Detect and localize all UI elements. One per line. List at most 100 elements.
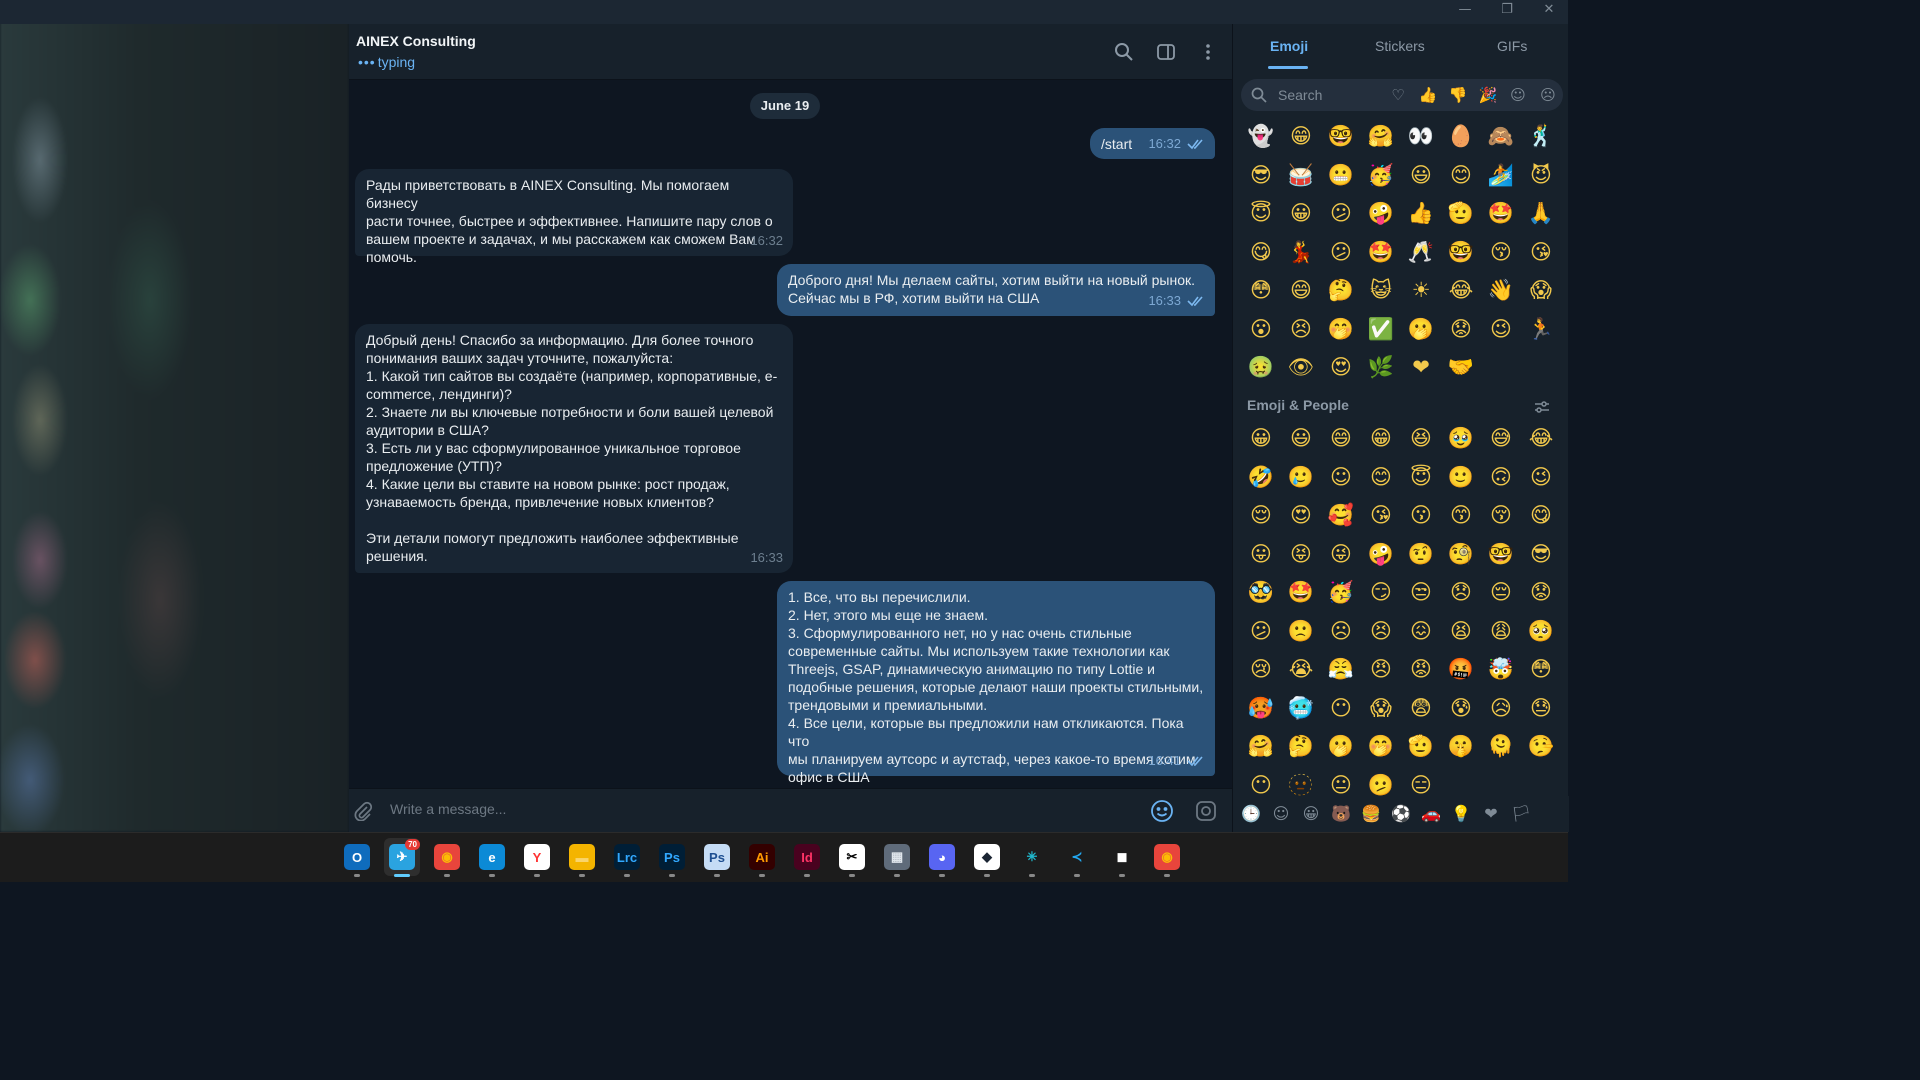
emoji-item[interactable]: 😓: [1521, 689, 1561, 728]
party-icon[interactable]: 🎉: [1477, 85, 1499, 105]
emoji-item[interactable]: 👻: [1241, 117, 1281, 156]
emoji-item[interactable]: 😇: [1401, 458, 1441, 497]
emoji-item[interactable]: 😱: [1361, 689, 1401, 728]
restore-icon[interactable]: ❐: [1500, 2, 1514, 17]
emoji-item[interactable]: 🤗: [1241, 727, 1281, 766]
taskbar-app-calculator[interactable]: ▦: [879, 838, 915, 877]
emoji-item[interactable]: 😚: [1481, 496, 1521, 535]
emoji-item[interactable]: 🤓: [1321, 117, 1361, 156]
emoji-item[interactable]: 🙂: [1441, 458, 1481, 497]
emoji-item[interactable]: 😟: [1521, 573, 1561, 612]
emoji-item[interactable]: 😀: [1241, 419, 1281, 458]
emoji-item[interactable]: 😖: [1401, 612, 1441, 651]
emoji-item[interactable]: 😢: [1241, 650, 1281, 689]
message-incoming[interactable]: Добрый день! Спасибо за информацию. Для …: [355, 324, 793, 573]
minimize-icon[interactable]: —: [1458, 2, 1472, 17]
emoji-category-icon[interactable]: 💡: [1451, 804, 1471, 824]
emoji-item[interactable]: 🙏: [1521, 194, 1561, 233]
emoji-item[interactable]: 😅: [1481, 419, 1521, 458]
emoji-item[interactable]: 🤔: [1281, 727, 1321, 766]
emoji-item[interactable]: 😃: [1401, 156, 1441, 195]
emoji-item[interactable]: 😘: [1521, 233, 1561, 272]
emoji-item[interactable]: 🥚: [1441, 117, 1481, 156]
emoji-item[interactable]: 🤗: [1361, 117, 1401, 156]
emoji-item[interactable]: 🙁: [1281, 612, 1321, 651]
emoji-item[interactable]: 🌿: [1361, 348, 1401, 387]
attach-icon[interactable]: [353, 801, 373, 821]
emoji-item[interactable]: 😇: [1241, 194, 1281, 233]
emoji-item[interactable]: 😍: [1281, 496, 1321, 535]
emoji-category-icon[interactable]: 🐻: [1331, 804, 1351, 824]
emoji-item[interactable]: 😕: [1241, 612, 1281, 651]
smile-icon[interactable]: ☺: [1507, 85, 1529, 105]
emoji-item[interactable]: 😊: [1361, 458, 1401, 497]
emoji-item[interactable]: 🤪: [1361, 194, 1401, 233]
taskbar-app-explorer[interactable]: ▬: [564, 838, 600, 877]
emoji-item[interactable]: 😗: [1401, 496, 1441, 535]
message-incoming[interactable]: Рады приветствовать в AINEX Consulting. …: [355, 169, 793, 265]
emoji-item[interactable]: 😎: [1241, 156, 1281, 195]
emoji-item[interactable]: 😄: [1281, 271, 1321, 310]
sidebar-toggle-icon[interactable]: [1156, 42, 1176, 62]
emoji-item[interactable]: 😋: [1521, 496, 1561, 535]
emoji-item[interactable]: 😳: [1521, 650, 1561, 689]
message-outgoing[interactable]: /start 16:32: [1090, 128, 1215, 159]
chat-title[interactable]: AINEX Consulting: [356, 33, 476, 49]
emoji-item[interactable]: 😛: [1241, 535, 1281, 574]
emoji-category-icon[interactable]: 🚗: [1421, 804, 1441, 824]
emoji-item[interactable]: 😀: [1281, 194, 1321, 233]
taskbar-app-yandex[interactable]: Y: [519, 838, 555, 877]
sad-icon[interactable]: ☹: [1537, 85, 1559, 105]
taskbar-app-illustrator[interactable]: Ai: [744, 838, 780, 877]
message-list[interactable]: June 19 /start 16:32 Рады приветствовать…: [349, 80, 1232, 788]
close-icon[interactable]: ✕: [1542, 2, 1556, 17]
emoji-category-icon[interactable]: 🕒: [1241, 804, 1261, 824]
emoji-item[interactable]: 😄: [1321, 419, 1361, 458]
emoji-item[interactable]: 😩: [1481, 612, 1521, 651]
emoji-item[interactable]: 👁: [1281, 348, 1321, 387]
emoji-item[interactable]: 😒: [1401, 573, 1441, 612]
emoji-item[interactable]: 🤭: [1361, 727, 1401, 766]
emoji-item[interactable]: 🤨: [1401, 535, 1441, 574]
thumbs-up-icon[interactable]: 👍: [1417, 85, 1439, 105]
emoji-item[interactable]: 😬: [1321, 156, 1361, 195]
emoji-item[interactable]: 🥵: [1241, 689, 1281, 728]
taskbar-app-chrome-2[interactable]: ◉: [1149, 838, 1185, 877]
taskbar-app-chrome[interactable]: ◉: [429, 838, 465, 877]
emoji-item[interactable]: ☹: [1321, 612, 1361, 651]
emoji-item[interactable]: 😂: [1521, 419, 1561, 458]
emoji-item[interactable]: 😣: [1361, 612, 1401, 651]
emoji-item[interactable]: 🫢: [1321, 727, 1361, 766]
emoji-item[interactable]: 😣: [1281, 310, 1321, 349]
emoji-item[interactable]: 😠: [1361, 650, 1401, 689]
emoji-item[interactable]: 😰: [1441, 689, 1481, 728]
taskbar-app-app-cube[interactable]: ◆: [969, 838, 1005, 877]
emoji-item[interactable]: 🥁: [1281, 156, 1321, 195]
emoji-category-icon[interactable]: ⚽: [1391, 804, 1411, 824]
emoji-item[interactable]: 😤: [1321, 650, 1361, 689]
emoji-item[interactable]: 🏃: [1521, 310, 1561, 349]
emoji-category-icon[interactable]: ❤: [1481, 804, 1501, 824]
emoji-item[interactable]: 😁: [1281, 117, 1321, 156]
emoji-item[interactable]: 👋: [1481, 271, 1521, 310]
emoji-item[interactable]: 🥳: [1321, 573, 1361, 612]
taskbar-app-outlook[interactable]: O: [339, 838, 375, 877]
emoji-item[interactable]: 🤔: [1321, 271, 1361, 310]
emoji-item[interactable]: 😎: [1521, 535, 1561, 574]
emoji-item[interactable]: 😥: [1481, 689, 1521, 728]
emoji-item[interactable]: 🤢: [1241, 348, 1281, 387]
emoji-item[interactable]: 😕: [1321, 194, 1361, 233]
emoji-item[interactable]: ☀: [1401, 271, 1441, 310]
emoji-item[interactable]: 😃: [1281, 419, 1321, 458]
taskbar-app-discord[interactable]: ◕: [924, 838, 960, 877]
emoji-item[interactable]: 🤓: [1441, 233, 1481, 272]
emoji-item[interactable]: 🫡: [1401, 727, 1441, 766]
emoji-item[interactable]: 🤣: [1241, 458, 1281, 497]
emoji-item[interactable]: 🫡: [1441, 194, 1481, 233]
emoji-item[interactable]: 😫: [1441, 612, 1481, 651]
emoji-item[interactable]: 😘: [1361, 496, 1401, 535]
emoji-item[interactable]: 😉: [1481, 310, 1521, 349]
emoji-item[interactable]: 🤪: [1361, 535, 1401, 574]
taskbar-app-photoshop[interactable]: Ps: [654, 838, 690, 877]
emoji-category-icon[interactable]: 🍔: [1361, 804, 1381, 824]
